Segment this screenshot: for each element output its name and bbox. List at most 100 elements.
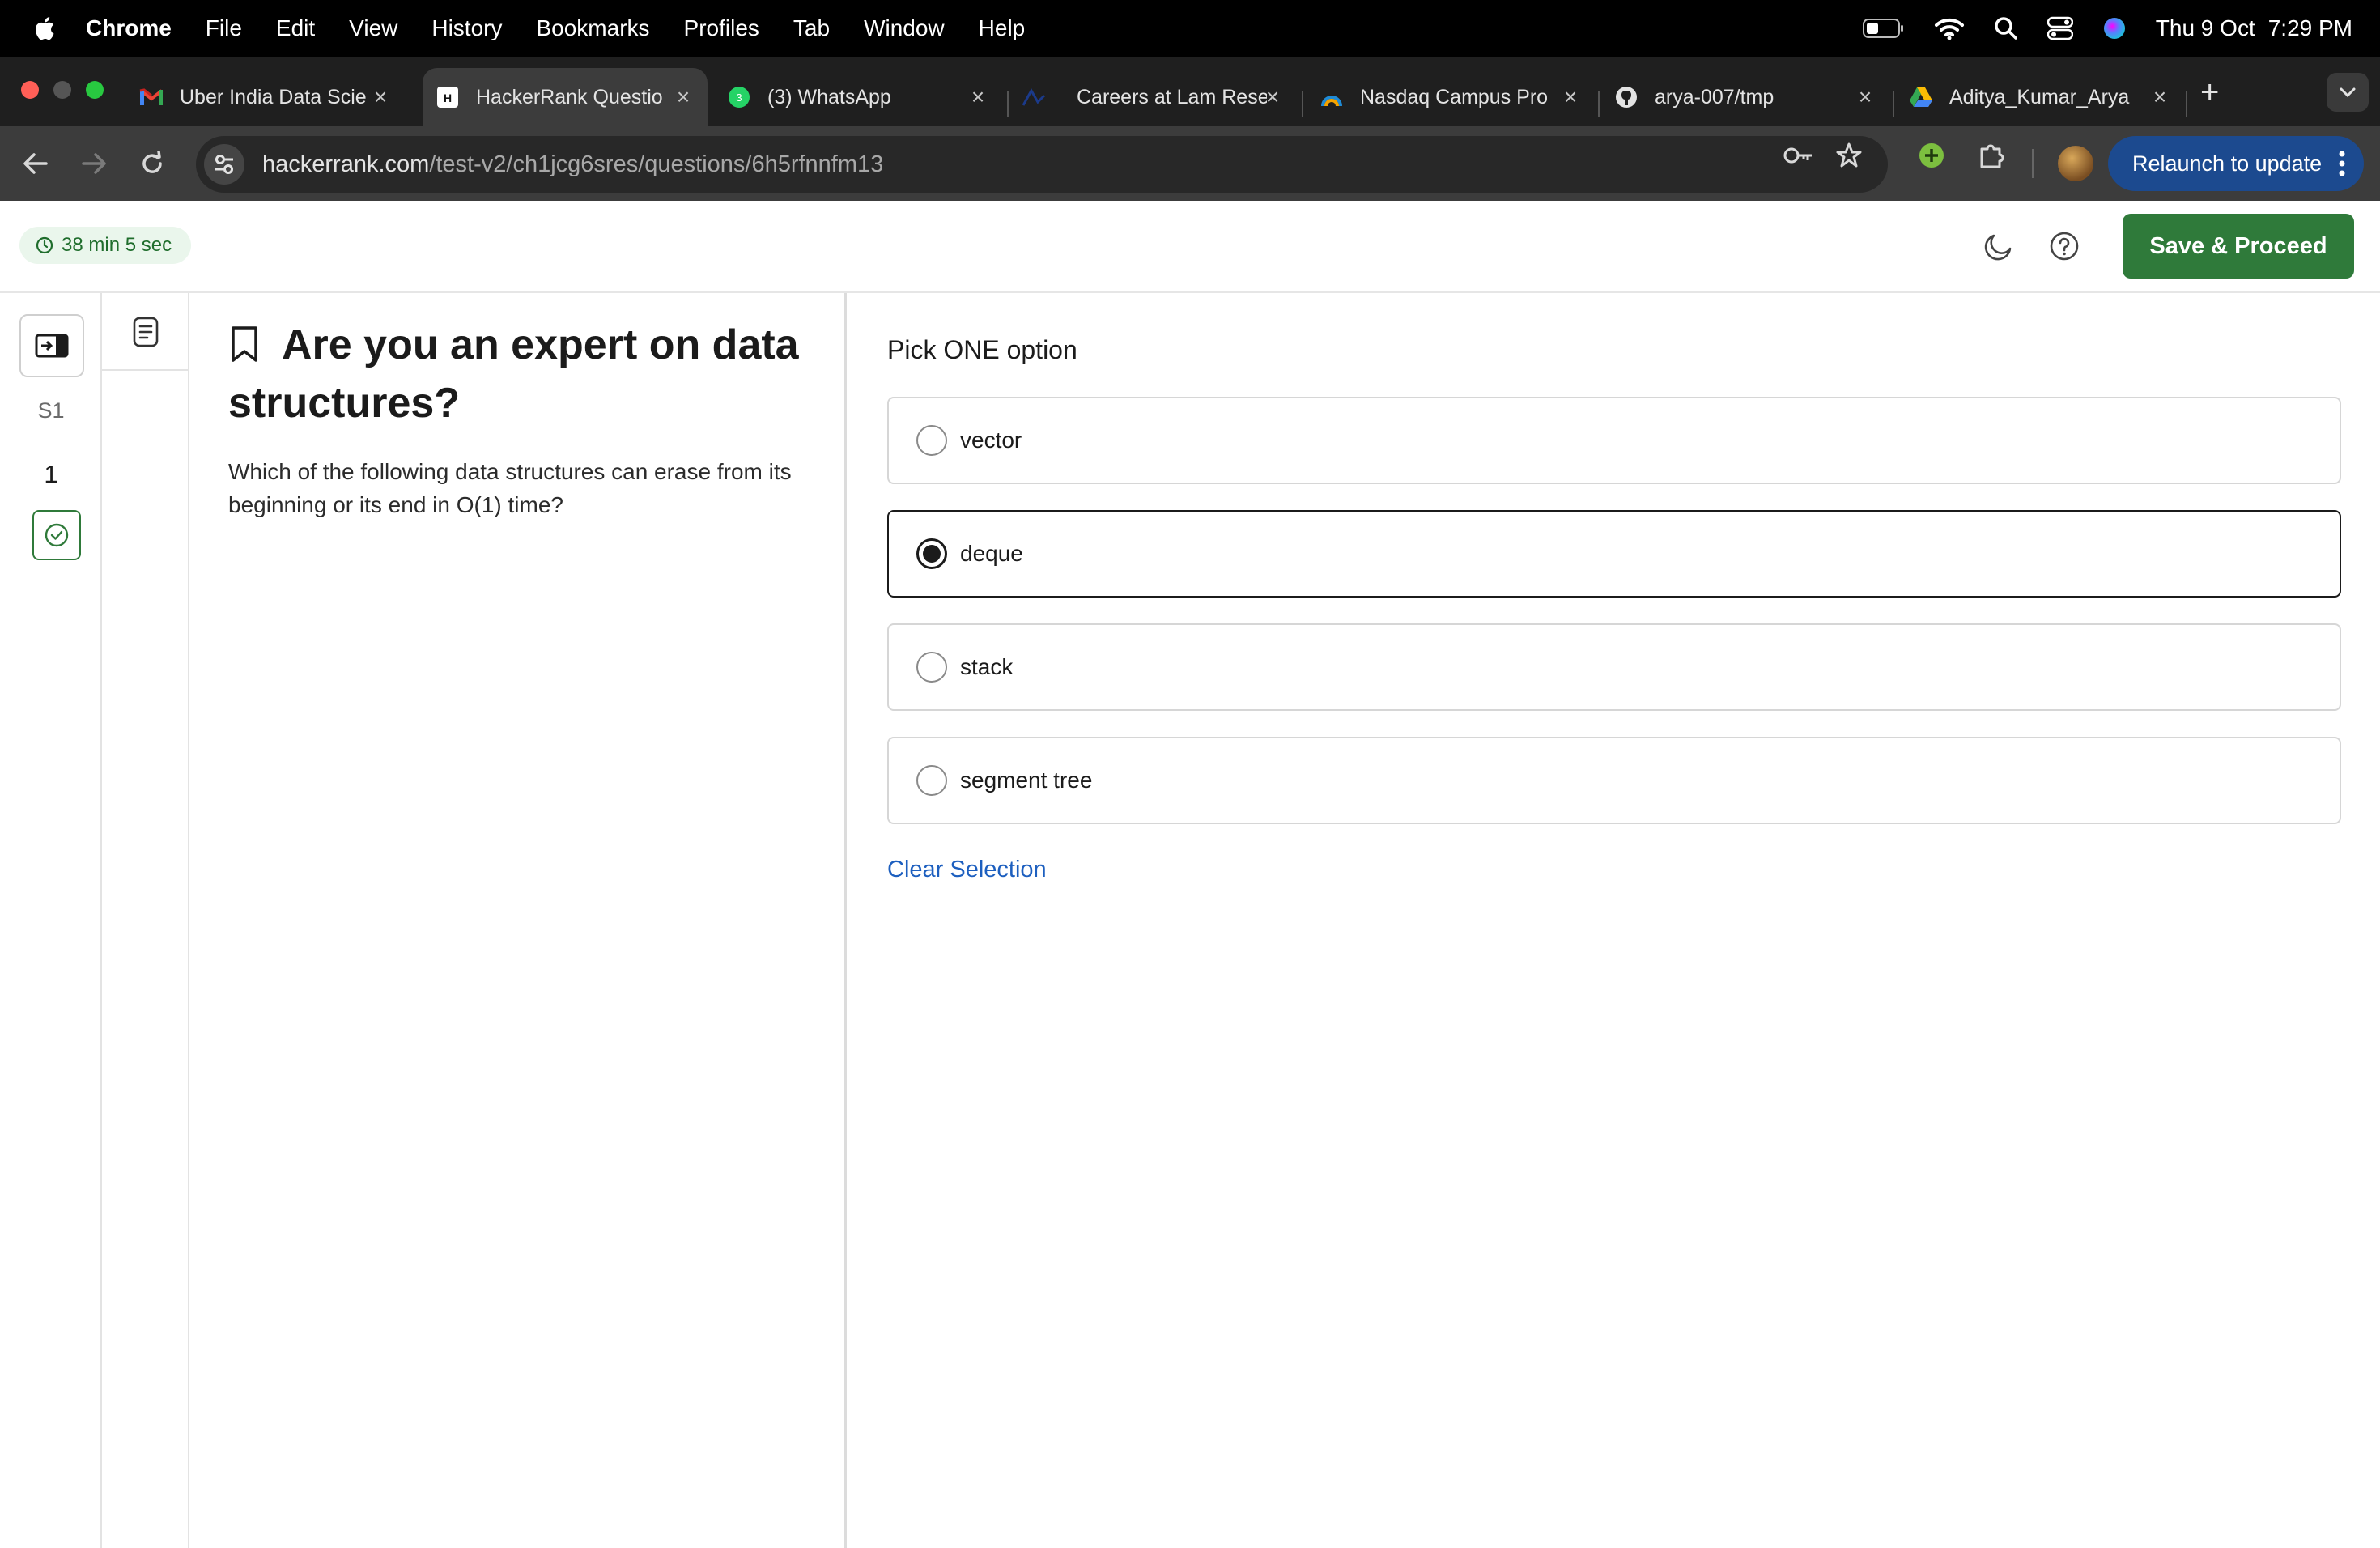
moon-icon [1984,234,2012,261]
tab-title: Careers at Lam Rese [1077,85,1267,108]
window-close-button[interactable] [21,81,39,99]
tab-search-button[interactable] [2327,73,2369,112]
document-icon[interactable] [130,316,162,348]
bookmark-icon[interactable] [228,325,261,364]
timer-text: 38 min 5 sec [62,234,172,256]
gmail-icon [139,85,164,109]
menu-profiles[interactable]: Profiles [684,15,759,41]
battery-icon[interactable] [1862,18,1905,39]
tab-title: HackerRank Questio [476,85,663,108]
radio-button[interactable] [916,425,947,456]
bookmark-star-icon[interactable] [1833,139,1865,172]
menu-edit[interactable]: Edit [276,15,315,41]
option-segment-tree[interactable]: segment tree [887,737,2341,824]
url-text[interactable]: hackerrank.com/test-v2/ch1jcg6sres/quest… [262,151,883,178]
tab-google-drive[interactable]: Aditya_Kumar_Arya × [1909,68,2184,126]
tab-strip: Uber India Data Scie × H HackerRank Ques… [0,57,2380,126]
close-icon[interactable]: × [369,86,392,108]
close-icon[interactable]: × [1559,86,1582,108]
tab-hackerrank[interactable]: H HackerRank Questio × [423,68,708,126]
spotlight-search-icon[interactable] [1994,16,2018,40]
question-navigator: S1 1 [0,293,102,1548]
lam-research-icon [1022,85,1046,109]
radio-button[interactable] [916,652,947,683]
google-drive-icon [1909,85,1933,109]
more-vertical-icon[interactable] [2338,147,2346,180]
forward-button[interactable] [76,146,112,181]
address-bar[interactable]: hackerrank.com/test-v2/ch1jcg6sres/quest… [196,136,1888,193]
back-button[interactable] [18,146,53,181]
menubar-clock[interactable]: Thu 9 Oct 7:29 PM [2156,15,2352,41]
site-info-button[interactable] [204,144,244,185]
question-status-answered[interactable] [32,510,81,560]
dark-mode-toggle[interactable] [1982,228,2017,264]
relaunch-to-update-button[interactable]: Relaunch to update [2108,136,2364,191]
control-center-icon[interactable] [2046,16,2073,40]
menu-view[interactable]: View [349,15,397,41]
tab-separator [1302,91,1303,117]
reload-button[interactable] [134,146,170,181]
question-tabs-rail [102,293,189,1548]
siri-icon[interactable] [2102,16,2127,40]
question-body: Which of the following data structures c… [228,459,792,517]
extension-add-icon[interactable] [1915,139,1948,172]
close-icon[interactable]: × [2148,86,2171,108]
password-key-icon[interactable] [1783,139,1815,172]
tab-separator [2186,91,2187,117]
answer-instruction: Pick ONE option [887,335,1077,364]
github-icon [1614,85,1638,109]
collapse-panel-button[interactable] [19,314,84,377]
menu-app-name[interactable]: Chrome [86,15,172,41]
chevron-down-icon [2340,87,2356,98]
close-icon[interactable]: × [1854,86,1876,108]
whatsapp-icon: 3 [727,85,751,109]
option-label: stack [960,654,1014,679]
apple-icon[interactable] [32,15,55,42]
new-tab-button[interactable]: + [2200,76,2219,108]
tab-title: Aditya_Kumar_Arya [1949,85,2130,108]
window-minimize-button[interactable] [53,81,71,99]
tab-github[interactable]: arya-007/tmp × [1614,68,1889,126]
window-zoom-button[interactable] [86,81,104,99]
wifi-icon[interactable] [1934,16,1965,40]
tab-whatsapp[interactable]: 3 (3) WhatsApp × [727,68,1002,126]
svg-text:H: H [444,91,452,104]
help-button[interactable] [2046,228,2082,264]
save-and-proceed-button[interactable]: Save & Proceed [2123,214,2354,279]
option-label: segment tree [960,768,1093,793]
close-icon[interactable]: × [967,86,989,108]
tab-gmail[interactable]: Uber India Data Scie × [130,68,405,126]
tab-lam-research[interactable]: Careers at Lam Rese × [1022,68,1297,126]
extensions-puzzle-icon[interactable] [1975,139,2008,172]
menu-bookmarks[interactable]: Bookmarks [536,15,649,41]
option-stack[interactable]: stack [887,623,2341,711]
menu-history[interactable]: History [431,15,502,41]
tab-title: arya-007/tmp [1655,85,1774,108]
section-label: S1 [37,398,65,423]
clear-selection-link[interactable]: Clear Selection [887,857,1047,883]
menu-help[interactable]: Help [979,15,1026,41]
menu-window[interactable]: Window [864,15,945,41]
question-number-button[interactable]: 1 [0,460,102,489]
profile-avatar[interactable] [2058,146,2093,181]
clock-icon [36,236,53,254]
close-icon[interactable]: × [672,86,695,108]
tab-underline [102,369,188,371]
macos-menu-bar: Chrome File Edit View History Bookmarks … [0,0,2380,57]
menu-tab[interactable]: Tab [793,15,830,41]
question-title-text: Are you an expert on data structures? [228,321,799,427]
radio-dot [923,545,941,563]
menu-file[interactable]: File [206,15,242,41]
radio-button[interactable] [916,765,947,796]
close-icon[interactable]: × [1261,86,1284,108]
tab-title: Uber India Data Scie [180,85,367,108]
help-circle-icon [2050,232,2079,261]
option-deque[interactable]: deque [887,510,2341,598]
radio-button-selected[interactable] [916,538,947,569]
answer-panel: Pick ONE option vector deque stack segme… [849,293,2380,1548]
option-vector[interactable]: vector [887,397,2341,484]
menubar-time: 7:29 PM [2267,15,2352,40]
tab-nasdaq[interactable]: Nasdaq Campus Pro × [1320,68,1595,126]
svg-text:3: 3 [736,91,742,104]
arrow-right-icon [82,153,106,174]
